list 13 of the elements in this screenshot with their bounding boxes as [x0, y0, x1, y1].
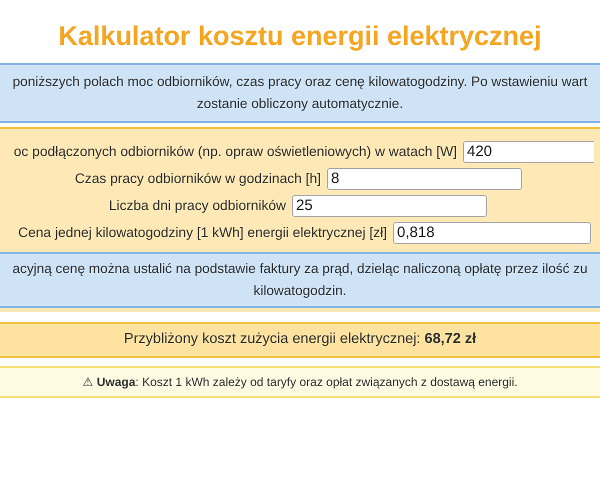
instruction-text: poniższych polach moc odbiorników, czas pracy oraz cenę kilowatogodziny. Po wstawieniu wart zostanie obliczony automatycznie. [12, 73, 588, 113]
field-label: Liczba dni pracy odbiorników [108, 196, 287, 215]
input-field[interactable]: 25 [292, 195, 487, 217]
field-label: Cena jednej kilowatogodziny [1 kWh] energii elektrycznej [zł] [17, 224, 388, 242]
input-field[interactable]: 420 [463, 141, 594, 163]
warning-text: ⚠ Uwaga: Koszt 1 kWh zależy od taryfy oraz opłat związanych z dostawą energii. [82, 374, 518, 391]
field-label: oc podłączonych odbiorników (np. opraw oświetleniowych) w watach [W] [12, 142, 458, 161]
input-field[interactable]: 0,818 [393, 222, 591, 244]
page-title: Kalkulator kosztu energii elektrycznej [57, 20, 543, 53]
hint-text: acyjną cenę można ustalić na podstawie faktury za prąd, dzieląc naliczoną opłatę przez ilość zu kilowatogodzin. [11, 260, 589, 300]
input-field[interactable]: 8 [327, 168, 522, 190]
field-label: Czas pracy odbiorników w godzinach [h] [74, 170, 322, 188]
result-text: Przybliżony koszt zużycia energii elektrycznej: 68,72 zł [124, 330, 476, 350]
